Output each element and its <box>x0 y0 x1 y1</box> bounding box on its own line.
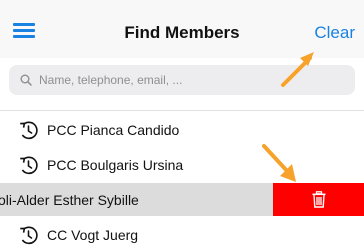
history-item[interactable]: PCC Boulgaris Ursina <box>0 148 364 181</box>
navigation-bar: Find Members Clear <box>0 0 364 58</box>
delete-button[interactable] <box>273 183 364 216</box>
trash-icon <box>312 191 325 208</box>
history-item[interactable]: PCC Pianca Candido <box>0 113 364 146</box>
history-item-label: CC Vogt Juerg <box>47 226 139 243</box>
history-item[interactable]: CC Vogt Juerg <box>0 218 364 251</box>
history-clock-icon <box>20 121 38 139</box>
history-item-label: PCC Pianca Candido <box>47 121 180 138</box>
history-item-label: PCC Boulgaris Ursina <box>47 156 184 173</box>
history-clock-icon <box>20 156 38 174</box>
search-icon <box>20 74 32 86</box>
page-title: Find Members <box>124 23 240 42</box>
divider <box>0 110 364 111</box>
search-bar[interactable] <box>9 65 355 95</box>
clear-button[interactable]: Clear <box>314 23 355 43</box>
search-input[interactable] <box>37 72 341 88</box>
history-item-label: oli-Alder Esther Sybille <box>0 191 139 208</box>
